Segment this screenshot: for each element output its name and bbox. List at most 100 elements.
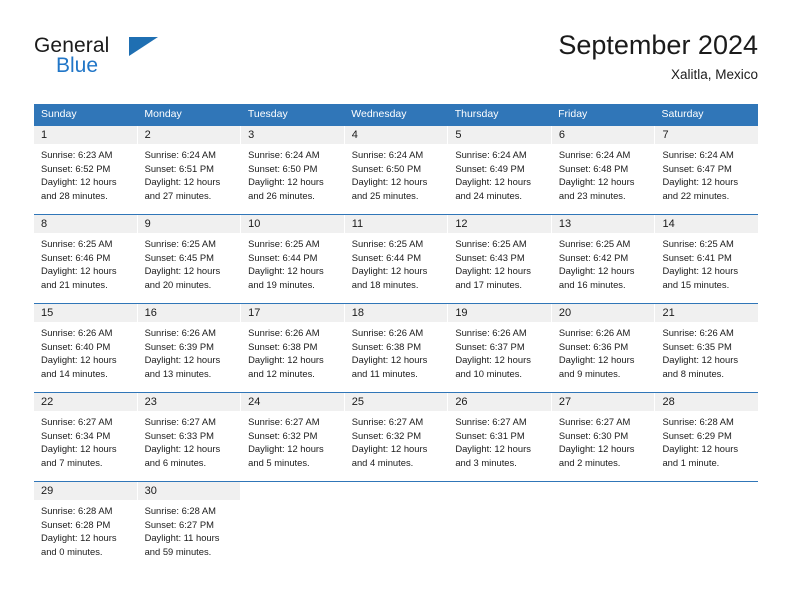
sunset-text: Sunset: 6:29 PM <box>662 429 732 441</box>
calendar-day-cell[interactable]: 2 Sunrise: 6:24 AM Sunset: 6:51 PM Dayli… <box>137 126 242 214</box>
calendar-day-cell[interactable]: 6 Sunrise: 6:24 AM Sunset: 6:48 PM Dayli… <box>551 126 656 214</box>
daylight-text-line1: Daylight: 12 hours <box>41 443 117 455</box>
daylight-text-line1: Daylight: 12 hours <box>41 532 117 544</box>
day-details: Sunrise: 6:27 AM Sunset: 6:32 PM Dayligh… <box>241 411 344 470</box>
calendar-day-cell[interactable]: 14 Sunrise: 6:25 AM Sunset: 6:41 PM Dayl… <box>655 215 759 303</box>
day-number: 3 <box>241 126 344 144</box>
calendar-day-cell[interactable]: 18 Sunrise: 6:26 AM Sunset: 6:38 PM Dayl… <box>344 304 449 392</box>
calendar-day-cell[interactable]: 29 Sunrise: 6:28 AM Sunset: 6:28 PM Dayl… <box>34 482 138 571</box>
daylight-text-line1: Daylight: 12 hours <box>41 176 117 188</box>
sunset-text: Sunset: 6:35 PM <box>662 340 732 352</box>
calendar-day-cell[interactable]: 19 Sunrise: 6:26 AM Sunset: 6:37 PM Dayl… <box>448 304 552 392</box>
sunset-text: Sunset: 6:40 PM <box>41 340 111 352</box>
calendar-day-cell[interactable]: 20 Sunrise: 6:26 AM Sunset: 6:36 PM Dayl… <box>551 304 656 392</box>
weekday-header-wednesday: Wednesday <box>351 108 407 120</box>
calendar-day-cell[interactable]: 16 Sunrise: 6:26 AM Sunset: 6:39 PM Dayl… <box>137 304 242 392</box>
day-details: Sunrise: 6:26 AM Sunset: 6:36 PM Dayligh… <box>552 322 655 381</box>
sunset-text: Sunset: 6:37 PM <box>455 340 525 352</box>
calendar-day-cell[interactable]: 30 Sunrise: 6:28 AM Sunset: 6:27 PM Dayl… <box>137 482 242 571</box>
calendar-day-cell[interactable]: 28 Sunrise: 6:28 AM Sunset: 6:29 PM Dayl… <box>655 393 759 481</box>
sunrise-text: Sunrise: 6:27 AM <box>144 416 216 427</box>
day-details: Sunrise: 6:24 AM Sunset: 6:49 PM Dayligh… <box>448 144 551 203</box>
sunrise-text: Sunrise: 6:25 AM <box>41 238 113 249</box>
day-details: Sunrise: 6:27 AM Sunset: 6:32 PM Dayligh… <box>345 411 448 470</box>
sunrise-text: Sunrise: 6:25 AM <box>662 238 734 249</box>
day-details: Sunrise: 6:26 AM Sunset: 6:35 PM Dayligh… <box>655 322 758 381</box>
daylight-text-line2: and 7 minutes. <box>41 457 103 469</box>
calendar-day-cell[interactable]: 22 Sunrise: 6:27 AM Sunset: 6:34 PM Dayl… <box>34 393 138 481</box>
daylight-text-line2: and 22 minutes. <box>662 190 730 202</box>
calendar-day-cell[interactable]: 3 Sunrise: 6:24 AM Sunset: 6:50 PM Dayli… <box>241 126 345 214</box>
calendar-day-cell[interactable]: 11 Sunrise: 6:25 AM Sunset: 6:44 PM Dayl… <box>344 215 449 303</box>
calendar-day-cell[interactable]: 13 Sunrise: 6:25 AM Sunset: 6:42 PM Dayl… <box>551 215 656 303</box>
day-number: 6 <box>551 126 655 144</box>
sunset-text: Sunset: 6:45 PM <box>144 251 214 263</box>
calendar-day-cell[interactable]: 23 Sunrise: 6:27 AM Sunset: 6:33 PM Dayl… <box>137 393 242 481</box>
day-details: Sunrise: 6:24 AM Sunset: 6:48 PM Dayligh… <box>552 144 655 203</box>
calendar-day-cell[interactable]: 27 Sunrise: 6:27 AM Sunset: 6:30 PM Dayl… <box>551 393 656 481</box>
calendar-week-row: 15 Sunrise: 6:26 AM Sunset: 6:40 PM Dayl… <box>34 303 759 392</box>
sunrise-text: Sunrise: 6:24 AM <box>144 149 216 160</box>
day-number: 4 <box>344 126 448 144</box>
page-header: General Blue September 2024 Xalitla, Mex… <box>34 28 758 94</box>
day-number: 27 <box>551 393 655 411</box>
day-details: Sunrise: 6:28 AM Sunset: 6:27 PM Dayligh… <box>138 500 241 559</box>
daylight-text-line1: Daylight: 12 hours <box>662 265 739 277</box>
daylight-text-line2: and 26 minutes. <box>248 190 315 202</box>
calendar-day-cell[interactable]: 10 Sunrise: 6:25 AM Sunset: 6:44 PM Dayl… <box>241 215 345 303</box>
day-number: 30 <box>137 482 241 500</box>
sunset-text: Sunset: 6:50 PM <box>248 162 318 174</box>
daylight-text-line2: and 14 minutes. <box>41 368 108 380</box>
daylight-text-line2: and 25 minutes. <box>351 190 419 202</box>
calendar-day-cell[interactable]: 15 Sunrise: 6:26 AM Sunset: 6:40 PM Dayl… <box>34 304 138 392</box>
sunrise-text: Sunrise: 6:25 AM <box>144 238 216 249</box>
title-block: September 2024 Xalitla, Mexico <box>558 28 758 85</box>
calendar-day-cell[interactable]: 9 Sunrise: 6:25 AM Sunset: 6:45 PM Dayli… <box>137 215 242 303</box>
calendar-day-cell[interactable]: 17 Sunrise: 6:26 AM Sunset: 6:38 PM Dayl… <box>241 304 345 392</box>
calendar-day-cell[interactable]: 21 Sunrise: 6:26 AM Sunset: 6:35 PM Dayl… <box>655 304 759 392</box>
sunset-text: Sunset: 6:30 PM <box>558 429 629 441</box>
daylight-text-line2: and 16 minutes. <box>558 279 626 291</box>
day-number: 14 <box>655 215 759 233</box>
weekday-header-friday: Friday <box>558 108 588 120</box>
calendar-day-cell[interactable]: 8 Sunrise: 6:25 AM Sunset: 6:46 PM Dayli… <box>34 215 138 303</box>
daylight-text-line2: and 21 minutes. <box>41 279 108 291</box>
day-details: Sunrise: 6:24 AM Sunset: 6:50 PM Dayligh… <box>241 144 344 203</box>
daylight-text-line1: Daylight: 12 hours <box>558 443 635 455</box>
calendar-day-cell[interactable]: 25 Sunrise: 6:27 AM Sunset: 6:32 PM Dayl… <box>344 393 449 481</box>
day-number: 5 <box>448 126 551 144</box>
daylight-text-line1: Daylight: 12 hours <box>144 443 221 455</box>
day-number: 23 <box>137 393 241 411</box>
weekday-header-sunday: Sunday <box>41 108 77 120</box>
calendar-day-cell[interactable]: 5 Sunrise: 6:24 AM Sunset: 6:49 PM Dayli… <box>448 126 552 214</box>
calendar-day-cell[interactable]: 1 Sunrise: 6:23 AM Sunset: 6:52 PM Dayli… <box>34 126 138 214</box>
daylight-text-line1: Daylight: 12 hours <box>351 176 428 188</box>
calendar-day-cell[interactable]: 26 Sunrise: 6:27 AM Sunset: 6:31 PM Dayl… <box>448 393 552 481</box>
daylight-text-line2: and 11 minutes. <box>351 368 418 380</box>
sunrise-text: Sunrise: 6:25 AM <box>351 238 424 249</box>
sunset-text: Sunset: 6:38 PM <box>248 340 318 352</box>
sunrise-text: Sunrise: 6:28 AM <box>144 505 216 516</box>
calendar-day-cell[interactable]: 7 Sunrise: 6:24 AM Sunset: 6:47 PM Dayli… <box>655 126 759 214</box>
day-details: Sunrise: 6:24 AM Sunset: 6:51 PM Dayligh… <box>138 144 241 203</box>
calendar-day-cell[interactable]: 4 Sunrise: 6:24 AM Sunset: 6:50 PM Dayli… <box>344 126 449 214</box>
day-number: 9 <box>137 215 241 233</box>
general-blue-logo[interactable]: General Blue <box>34 34 244 90</box>
calendar-day-cell-empty <box>241 482 345 571</box>
daylight-text-line2: and 3 minutes. <box>455 457 517 469</box>
sunset-text: Sunset: 6:34 PM <box>41 429 111 441</box>
daylight-text-line1: Daylight: 12 hours <box>41 354 117 366</box>
daylight-text-line1: Daylight: 12 hours <box>144 354 221 366</box>
sunrise-text: Sunrise: 6:27 AM <box>558 416 631 427</box>
calendar-day-cell[interactable]: 12 Sunrise: 6:25 AM Sunset: 6:43 PM Dayl… <box>448 215 552 303</box>
calendar-week-row: 1 Sunrise: 6:23 AM Sunset: 6:52 PM Dayli… <box>34 125 759 214</box>
day-details: Sunrise: 6:26 AM Sunset: 6:40 PM Dayligh… <box>34 322 137 381</box>
daylight-text-line1: Daylight: 12 hours <box>558 176 635 188</box>
day-number: 1 <box>34 126 137 144</box>
sunset-text: Sunset: 6:27 PM <box>144 518 214 530</box>
weekday-header-row: Sunday Monday Tuesday Wednesday Thursday… <box>34 104 758 125</box>
daylight-text-line2: and 8 minutes. <box>662 368 724 380</box>
daylight-text-line2: and 9 minutes. <box>558 368 621 380</box>
sunrise-text: Sunrise: 6:26 AM <box>144 327 216 338</box>
calendar-day-cell[interactable]: 24 Sunrise: 6:27 AM Sunset: 6:32 PM Dayl… <box>241 393 345 481</box>
